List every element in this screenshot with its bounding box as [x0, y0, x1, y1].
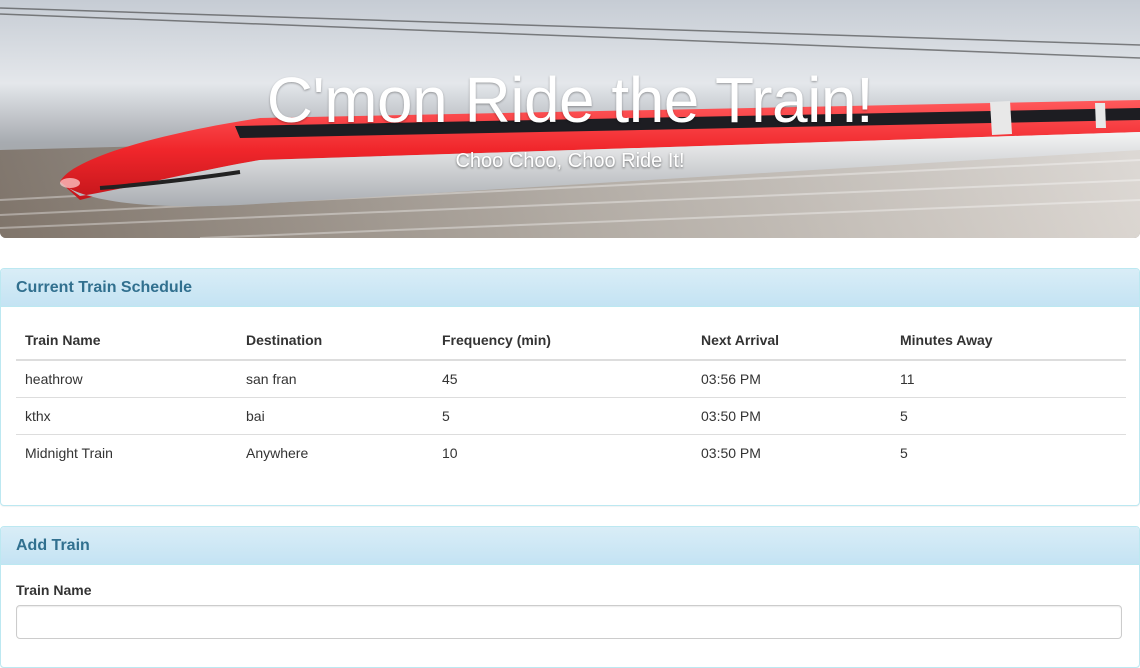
- schedule-table: Train Name Destination Frequency (min) N…: [16, 321, 1126, 471]
- table-header-row: Train Name Destination Frequency (min) N…: [16, 321, 1126, 361]
- column-header-minutes-away: Minutes Away: [891, 321, 1126, 361]
- cell-train-name: kthx: [16, 397, 237, 435]
- column-header-next-arrival: Next Arrival: [692, 321, 891, 361]
- cell-next-arrival: 03:50 PM: [692, 397, 891, 435]
- add-train-panel: Add Train Train Name: [0, 526, 1140, 668]
- cell-minutes-away: 5: [891, 397, 1126, 435]
- train-name-label: Train Name: [16, 582, 92, 598]
- schedule-panel: Current Train Schedule Train Name Destin…: [0, 268, 1140, 506]
- column-header-train-name: Train Name: [16, 321, 237, 361]
- cell-frequency: 45: [442, 371, 458, 387]
- page-subtitle: Choo Choo, Choo Ride It!: [455, 150, 685, 172]
- cell-frequency: 5: [433, 397, 692, 435]
- cell-next-arrival: 03:50 PM: [692, 434, 891, 471]
- cell-train-name: heathrow: [25, 371, 83, 387]
- hero-banner: C'mon Ride the Train! Choo Choo, Choo Ri…: [0, 0, 1140, 238]
- table-row: kthx bai 5 03:50 PM 5: [16, 397, 1126, 435]
- table-row: Midnight Train Anywhere 10 03:50 PM 5: [16, 434, 1126, 471]
- column-header-destination: Destination: [237, 321, 433, 361]
- cell-destination: Anywhere: [237, 434, 433, 471]
- column-header-frequency: Frequency (min): [433, 321, 692, 361]
- cell-next-arrival: 03:56 PM: [701, 371, 761, 387]
- cell-minutes-away: 11: [900, 371, 915, 387]
- cell-train-name: Midnight Train: [16, 434, 237, 471]
- train-name-input[interactable]: [16, 605, 1122, 639]
- cell-frequency: 10: [433, 434, 692, 471]
- cell-destination: bai: [237, 397, 433, 435]
- table-row: heathrow san fran 45 03:56 PM 11: [16, 360, 1126, 398]
- page-title: C'mon Ride the Train!: [266, 64, 874, 136]
- cell-minutes-away: 5: [891, 434, 1126, 471]
- cell-destination: san fran: [246, 371, 297, 387]
- schedule-panel-heading: Current Train Schedule: [1, 269, 1139, 307]
- add-train-panel-heading: Add Train: [1, 527, 1139, 565]
